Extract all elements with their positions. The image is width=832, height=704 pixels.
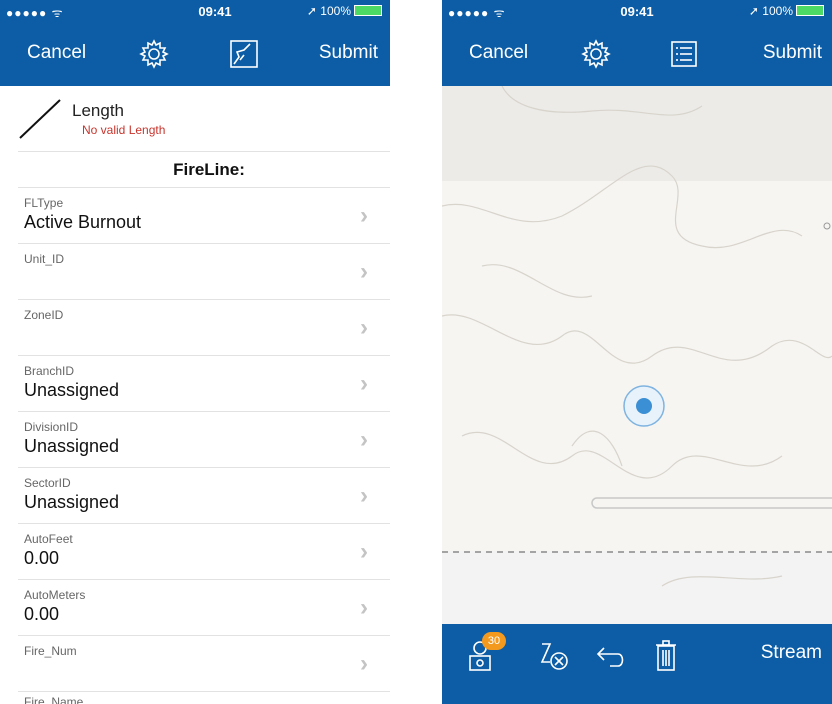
field-label: DivisionID xyxy=(24,420,79,434)
divider xyxy=(18,691,390,692)
map-canvas xyxy=(442,85,832,644)
field-label: AutoFeet xyxy=(24,532,73,546)
field-value: Unassigned xyxy=(24,436,120,456)
field-auto-meters[interactable]: AutoMeters 0.00 › xyxy=(0,580,390,636)
gear-icon[interactable] xyxy=(580,38,612,70)
nav-bar: Cancel Submit xyxy=(442,22,832,86)
chevron-right-icon: › xyxy=(360,314,368,341)
field-fltype[interactable]: FLType Active Burnout › xyxy=(0,188,390,244)
cancel-button[interactable]: Cancel xyxy=(469,42,528,64)
field-label: AutoMeters xyxy=(24,588,86,602)
line-geometry-icon xyxy=(19,99,61,139)
field-unit-id[interactable]: Unit_ID › xyxy=(0,244,390,300)
battery-indicator: ➚ 100% xyxy=(749,4,824,18)
field-zone-id[interactable]: ZoneID › xyxy=(0,300,390,356)
form-screen: ●●●●● ᯤ 09:41 ➚ 100% Cancel Submit Lengt… xyxy=(0,0,390,704)
chevron-right-icon: › xyxy=(360,594,368,621)
cancel-button[interactable]: Cancel xyxy=(27,42,86,64)
length-row[interactable]: Length No valid Length xyxy=(0,86,390,152)
submit-button[interactable]: Submit xyxy=(319,42,378,64)
field-auto-feet[interactable]: AutoFeet 0.00 › xyxy=(0,524,390,580)
length-title: Length xyxy=(72,101,124,120)
status-bar: ●●●●● ᯤ 09:41 ➚ 100% xyxy=(442,0,832,22)
current-location-icon xyxy=(623,385,665,427)
battery-text: ➚ 100% xyxy=(306,4,351,18)
field-value: 0.00 xyxy=(24,548,60,568)
list-form-icon[interactable] xyxy=(668,38,700,70)
field-value: Unassigned xyxy=(24,380,120,400)
field-label: ZoneID xyxy=(24,308,64,322)
trash-icon[interactable] xyxy=(648,638,684,674)
field-fire-num[interactable]: Fire_Num › xyxy=(0,636,390,692)
field-label: FLType xyxy=(24,196,64,210)
field-fire-name-label: Fire_Name xyxy=(24,695,84,704)
bottom-toolbar: 30 Stream xyxy=(442,624,832,704)
battery-icon xyxy=(354,5,382,16)
chevron-right-icon: › xyxy=(360,538,368,565)
chevron-right-icon: › xyxy=(360,258,368,285)
chevron-right-icon: › xyxy=(360,650,368,677)
submit-button[interactable]: Submit xyxy=(763,42,822,64)
stream-button[interactable]: Stream xyxy=(761,642,822,664)
satellite-count-badge: 30 xyxy=(482,632,506,650)
length-error: No valid Length xyxy=(82,123,166,137)
clear-vertices-icon[interactable] xyxy=(536,638,572,674)
nav-bar: Cancel Submit xyxy=(0,22,390,86)
battery-icon xyxy=(796,5,824,16)
chevron-right-icon: › xyxy=(360,426,368,453)
field-label: BranchID xyxy=(24,364,75,378)
field-branch-id[interactable]: BranchID Unassigned › xyxy=(0,356,390,412)
battery-text: ➚ 100% xyxy=(748,4,793,18)
chevron-right-icon: › xyxy=(360,202,368,229)
map-view[interactable] xyxy=(442,85,832,644)
section-title: FireLine: xyxy=(173,160,245,179)
gear-icon[interactable] xyxy=(138,38,170,70)
field-label: SectorID xyxy=(24,476,71,490)
divider xyxy=(18,151,390,152)
status-bar: ●●●●● ᯤ 09:41 ➚ 100% xyxy=(0,0,390,22)
field-division-id[interactable]: DivisionID Unassigned › xyxy=(0,412,390,468)
field-label: Fire_Num xyxy=(24,644,77,658)
field-value: 0.00 xyxy=(24,604,60,624)
field-value: Active Burnout xyxy=(24,212,142,232)
field-label: Unit_ID xyxy=(24,252,65,266)
field-sector-id[interactable]: SectorID Unassigned › xyxy=(0,468,390,524)
field-value: Unassigned xyxy=(24,492,120,512)
chevron-right-icon: › xyxy=(360,482,368,509)
sketch-map-icon[interactable] xyxy=(228,38,260,70)
chevron-right-icon: › xyxy=(360,370,368,397)
battery-indicator: ➚ 100% xyxy=(307,4,382,18)
undo-icon[interactable] xyxy=(592,638,628,674)
map-screen: ●●●●● ᯤ 09:41 ➚ 100% Cancel Submit 30 St… xyxy=(442,0,832,704)
